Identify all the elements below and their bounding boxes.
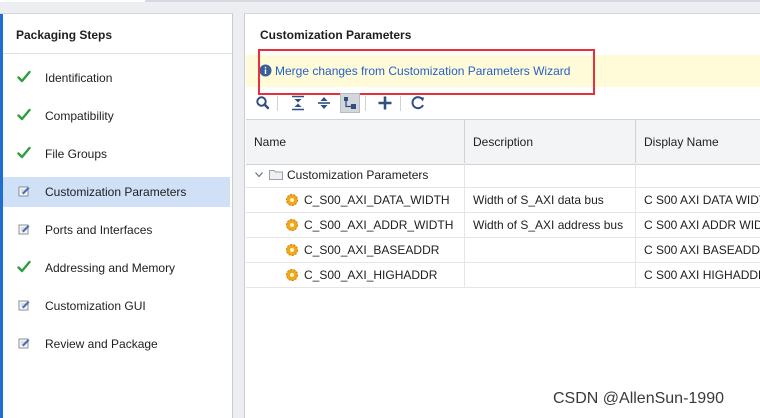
parameter-gear-icon xyxy=(286,269,298,281)
param-name: C_S00_AXI_DATA_WIDTH xyxy=(304,193,450,207)
parameter-gear-icon xyxy=(286,219,298,231)
step-label: Compatibility xyxy=(45,109,114,123)
highlight-annotation-box xyxy=(258,49,595,95)
add-icon xyxy=(378,96,392,110)
step-file-groups[interactable]: File Groups xyxy=(3,139,230,169)
folder-icon xyxy=(269,170,283,180)
expand-all-icon xyxy=(318,97,330,109)
group-name-cell: Customization Parameters xyxy=(246,163,465,187)
step-label: Identification xyxy=(45,71,113,85)
table-row[interactable]: C_S00_AXI_ADDR_WIDTH Width of S_AXI addr… xyxy=(246,213,760,238)
step-label: Customization GUI xyxy=(45,299,146,313)
column-header-label: Name xyxy=(254,135,287,149)
param-display-cell: C S00 AXI DATA WIDTH xyxy=(636,188,760,212)
table-row[interactable]: C_S00_AXI_DATA_WIDTH Width of S_AXI data… xyxy=(246,188,760,213)
hierarchy-icon xyxy=(344,97,356,109)
edit-document-icon xyxy=(18,186,30,197)
param-description-cell: Width of S_AXI address bus xyxy=(465,213,636,237)
param-display-name: C S00 AXI HIGHADDR xyxy=(644,268,760,282)
table-cell xyxy=(465,163,636,187)
customization-parameters-panel: Customization Parameters Merge changes f… xyxy=(244,13,760,418)
step-addressing-and-memory[interactable]: Addressing and Memory xyxy=(3,253,230,283)
search-icon xyxy=(256,96,270,110)
param-display-name: C S00 AXI ADDR WIDTH xyxy=(644,218,760,232)
step-identification[interactable]: Identification xyxy=(3,63,230,93)
step-label: Addressing and Memory xyxy=(45,261,176,275)
param-name: C_S00_AXI_BASEADDR xyxy=(304,243,440,257)
column-header-name[interactable]: Name xyxy=(246,120,465,164)
table-group-row[interactable]: Customization Parameters xyxy=(246,163,760,188)
step-compatibility[interactable]: Compatibility xyxy=(3,101,230,131)
refresh-icon xyxy=(411,96,424,110)
toolbar-separator xyxy=(365,96,366,111)
page-title: Customization Parameters xyxy=(260,28,412,42)
step-label: File Groups xyxy=(45,147,108,161)
edit-document-icon xyxy=(18,300,30,311)
step-customization-gui[interactable]: Customization GUI xyxy=(3,291,230,321)
toolbar-separator xyxy=(277,96,278,111)
group-label: Customization Parameters xyxy=(287,168,429,182)
param-display-name: C S00 AXI BASEADDR xyxy=(644,243,760,257)
step-customization-parameters[interactable]: Customization Parameters xyxy=(3,177,230,207)
param-display-cell: C S00 AXI BASEADDR xyxy=(636,238,760,262)
step-ports-and-interfaces[interactable]: Ports and Interfaces xyxy=(3,215,230,245)
param-display-name: C S00 AXI DATA WIDTH xyxy=(644,193,760,207)
add-button[interactable] xyxy=(375,93,395,113)
parameter-gear-icon xyxy=(286,244,298,256)
column-header-description[interactable]: Description xyxy=(465,120,636,164)
chevron-down-icon[interactable] xyxy=(255,172,263,178)
watermark-text: CSDN @AllenSun-1990 xyxy=(553,390,724,407)
active-tab-marker xyxy=(0,0,145,2)
check-icon xyxy=(17,70,31,83)
collapse-all-icon xyxy=(292,95,304,111)
column-header-label: Display Name xyxy=(644,135,719,149)
table-header: Name Description Display Name xyxy=(246,119,760,165)
parameter-gear-icon xyxy=(286,194,298,206)
collapse-all-button[interactable] xyxy=(288,93,308,113)
column-header-label: Description xyxy=(473,135,534,149)
search-button[interactable] xyxy=(253,93,273,113)
step-label: Customization Parameters xyxy=(45,185,187,199)
table-row[interactable]: C_S00_AXI_BASEADDR C S00 AXI BASEADDR xyxy=(246,238,760,263)
param-name-cell: C_S00_AXI_HIGHADDR xyxy=(246,263,465,287)
table-row[interactable]: C_S00_AXI_HIGHADDR C S00 AXI HIGHADDR xyxy=(246,263,760,288)
refresh-button[interactable] xyxy=(408,93,428,113)
param-name-cell: C_S00_AXI_DATA_WIDTH xyxy=(246,188,465,212)
hierarchy-toggle-button[interactable] xyxy=(340,93,360,113)
edit-document-icon xyxy=(18,338,30,349)
check-icon xyxy=(17,146,31,159)
param-description: Width of S_AXI data bus xyxy=(473,193,604,207)
table-cell xyxy=(636,163,760,187)
param-description: Width of S_AXI address bus xyxy=(473,218,624,232)
param-description-cell: Width of S_AXI data bus xyxy=(465,188,636,212)
step-label: Ports and Interfaces xyxy=(45,223,153,237)
top-tab-strip xyxy=(0,0,760,2)
edit-document-icon xyxy=(18,224,30,235)
packaging-steps-panel: Packaging Steps Identification Compatibi… xyxy=(0,13,233,418)
check-icon xyxy=(17,108,31,121)
param-description-cell xyxy=(465,263,636,287)
column-header-display-name[interactable]: Display Name xyxy=(636,120,760,164)
panel-title: Packaging Steps xyxy=(16,28,113,42)
param-name: C_S00_AXI_HIGHADDR xyxy=(304,268,438,282)
expand-all-button[interactable] xyxy=(314,93,334,113)
check-icon xyxy=(17,260,31,273)
param-name-cell: C_S00_AXI_BASEADDR xyxy=(246,238,465,262)
step-review-and-package[interactable]: Review and Package xyxy=(3,329,230,359)
divider xyxy=(3,53,232,54)
param-display-cell: C S00 AXI ADDR WIDTH xyxy=(636,213,760,237)
toolbar-separator xyxy=(400,96,401,111)
parameters-table: Name Description Display Name Customizat… xyxy=(246,119,760,289)
param-name-cell: C_S00_AXI_ADDR_WIDTH xyxy=(246,213,465,237)
param-name: C_S00_AXI_ADDR_WIDTH xyxy=(304,218,454,232)
param-display-cell: C S00 AXI HIGHADDR xyxy=(636,263,760,287)
param-description-cell xyxy=(465,238,636,262)
step-label: Review and Package xyxy=(45,337,158,351)
